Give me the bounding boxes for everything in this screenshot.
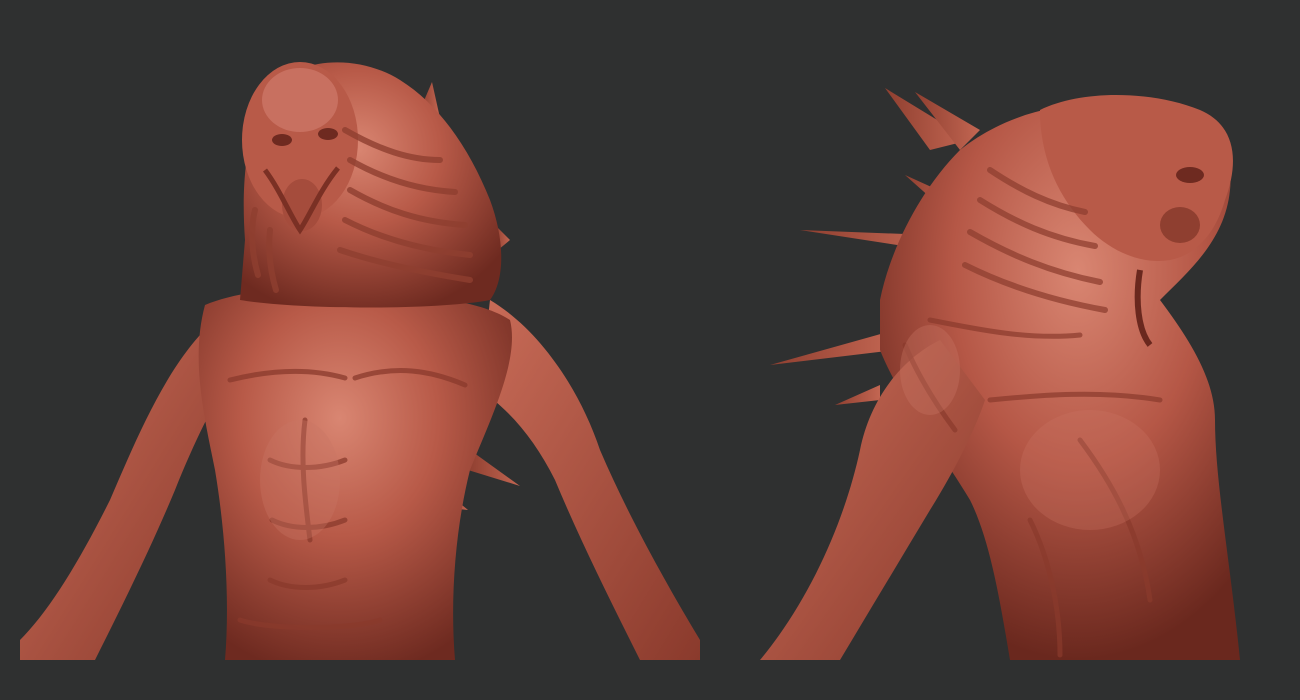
front-view-figure [20,62,700,660]
sculpt-render-image [20,62,1240,661]
side-view-figure [760,88,1240,661]
viewport-canvas [0,0,1300,700]
